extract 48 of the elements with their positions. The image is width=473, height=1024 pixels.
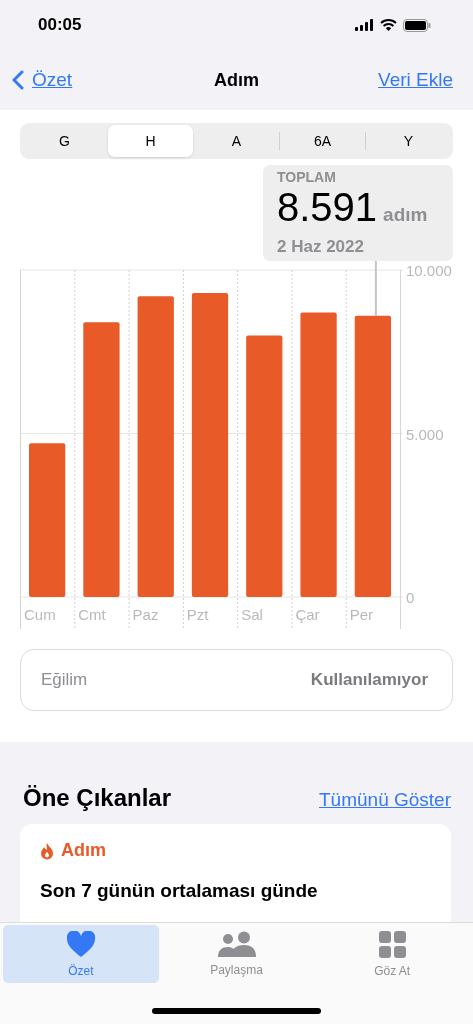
tab-bar-item[interactable]: Özet bbox=[3, 925, 159, 983]
segment-tab[interactable]: A bbox=[194, 125, 279, 157]
bar[interactable] bbox=[137, 296, 174, 597]
status-time: 00:05 bbox=[38, 15, 82, 35]
x-axis-label: Per bbox=[349, 606, 374, 623]
tab-bar-item[interactable]: Paylaşma bbox=[158, 925, 315, 983]
tab-bar-item[interactable]: Göz At bbox=[314, 925, 470, 983]
bar[interactable] bbox=[29, 443, 66, 597]
y-axis-label: 0 bbox=[406, 589, 415, 606]
segment-tab[interactable]: G bbox=[22, 125, 107, 157]
category-label: Adım bbox=[61, 840, 106, 861]
flame-icon bbox=[40, 841, 54, 860]
date-label: 2 Haz 2022 bbox=[277, 237, 365, 257]
segment-tab[interactable]: Y bbox=[366, 125, 451, 157]
trend-label: Eğilim bbox=[41, 670, 88, 690]
leader-line bbox=[374, 261, 377, 317]
nav-title: Adım bbox=[214, 69, 259, 91]
total-value: 8.591 bbox=[277, 185, 378, 229]
x-axis-label: Cmt bbox=[78, 606, 106, 623]
bar[interactable] bbox=[354, 315, 391, 597]
people-icon bbox=[216, 931, 257, 957]
section-title: Öne Çıkanlar bbox=[23, 784, 172, 812]
back-link[interactable]: Özet bbox=[12, 69, 73, 91]
heart-icon bbox=[65, 930, 96, 958]
bar[interactable] bbox=[246, 335, 283, 597]
total-label: TOPLAM bbox=[277, 169, 337, 185]
signal-icon bbox=[355, 19, 374, 31]
x-axis-label: Çar bbox=[295, 606, 320, 623]
unit-label: adım bbox=[383, 203, 428, 227]
y-axis-label: 5.000 bbox=[406, 425, 444, 443]
add-data-link[interactable]: Veri Ekle bbox=[378, 69, 453, 91]
wifi-icon bbox=[380, 19, 397, 31]
y-axis-label: 10.000 bbox=[406, 262, 452, 279]
chevron-left-icon bbox=[12, 70, 24, 90]
trend-value: Kullanılamıyor bbox=[310, 670, 428, 690]
segment-tab[interactable]: 6A bbox=[280, 125, 365, 157]
bar[interactable] bbox=[300, 312, 337, 597]
x-axis-label: Sal bbox=[241, 606, 263, 623]
battery-icon bbox=[403, 18, 431, 32]
bar[interactable] bbox=[191, 292, 229, 597]
x-axis-label: Cum bbox=[24, 606, 56, 623]
x-axis-label: Pzt bbox=[186, 606, 209, 623]
show-all-link[interactable]: Tümünü Göster bbox=[319, 789, 451, 811]
x-axis-label: Paz bbox=[132, 606, 159, 623]
grid-icon bbox=[378, 930, 406, 958]
segment-tab[interactable]: H bbox=[108, 125, 193, 157]
bar[interactable] bbox=[83, 322, 120, 597]
highlight-text: Son 7 günün ortalaması günde bbox=[40, 879, 319, 903]
